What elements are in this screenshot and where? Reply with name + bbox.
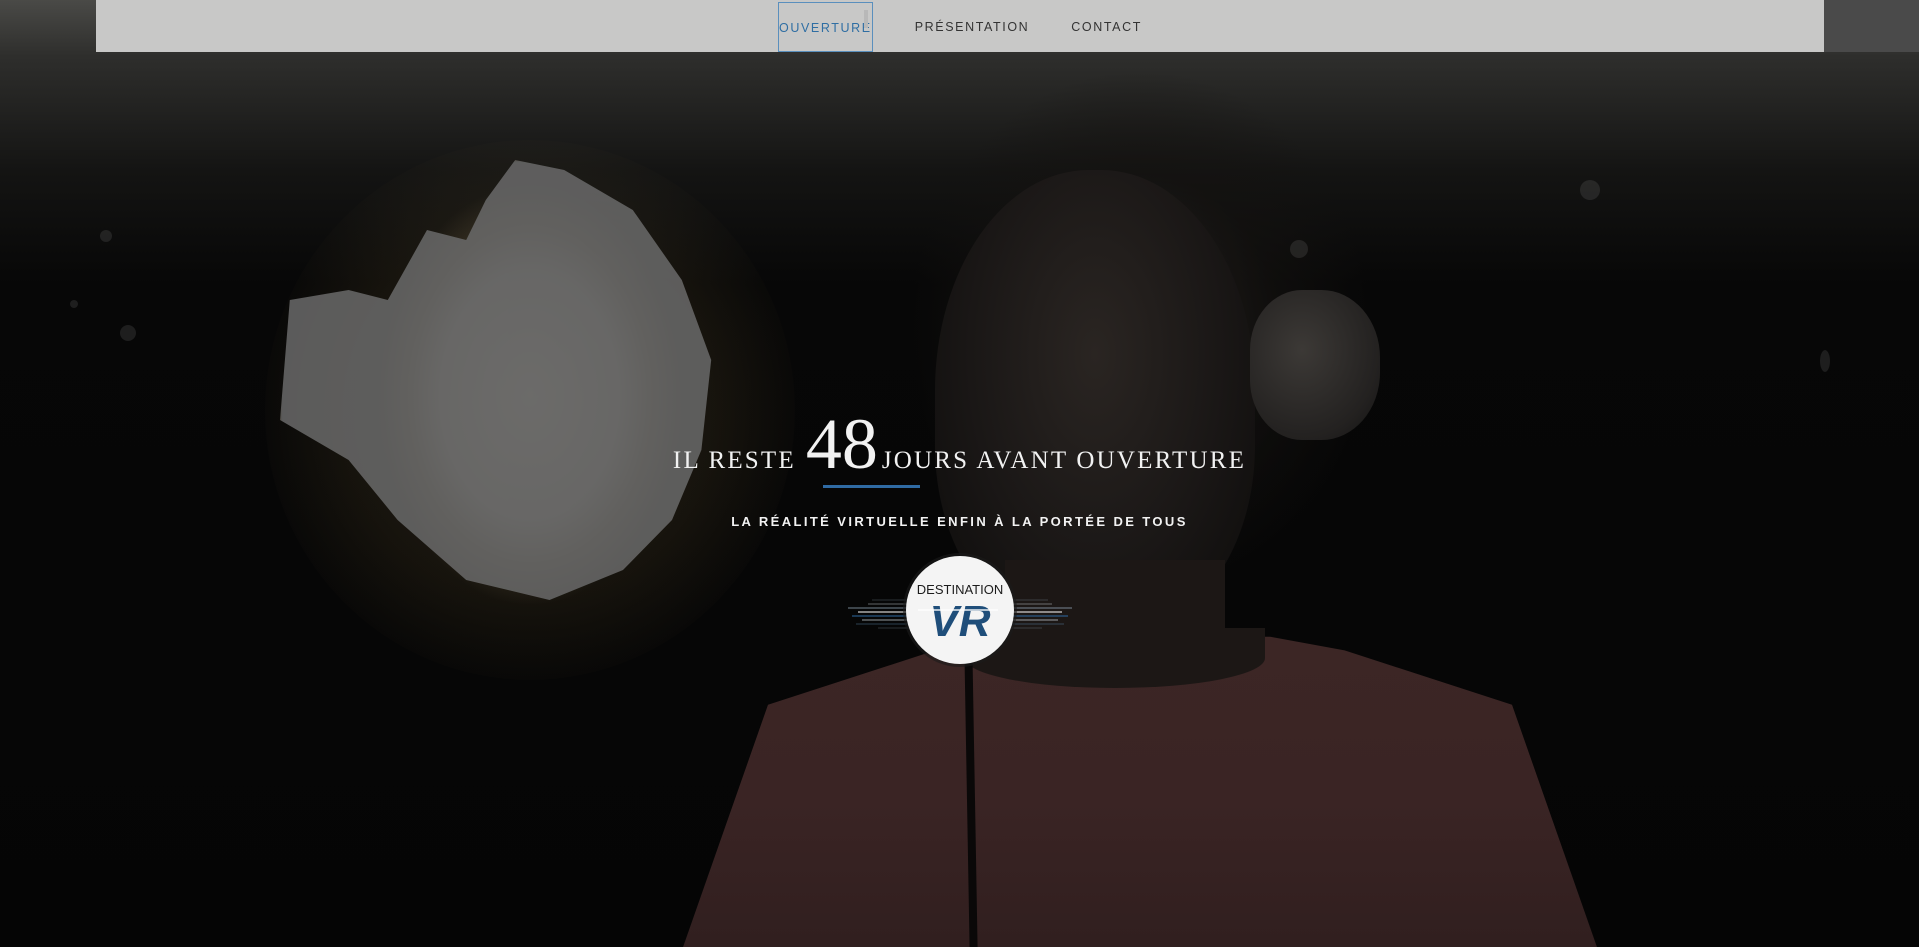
- logo-main-text: VR: [929, 597, 990, 646]
- particle: [1580, 180, 1600, 200]
- particle: [1290, 240, 1308, 258]
- particle: [70, 300, 78, 308]
- top-navigation: OUVERTURE PRÉSENTATION CONTACT: [96, 0, 1824, 52]
- nav-right-strip: [1824, 0, 1919, 52]
- countdown-days-number: 48: [805, 404, 878, 484]
- destination-vr-logo: DESTINATION VR: [848, 553, 1072, 667]
- countdown-prefix: IL RESTE: [672, 447, 796, 474]
- logo-top-text: DESTINATION: [917, 582, 1003, 597]
- nav-item-presentation[interactable]: PRÉSENTATION: [915, 1, 1030, 51]
- particle: [1820, 350, 1830, 372]
- nav-item-contact[interactable]: CONTACT: [1071, 1, 1142, 51]
- countdown-headline: IL RESTE 48 JOURS AVANT OUVERTURE: [0, 408, 1919, 480]
- countdown-suffix: JOURS AVANT OUVERTURE: [881, 447, 1247, 474]
- headline-underline: [823, 485, 920, 488]
- page: OUVERTURE PRÉSENTATION CONTACT IL RESTE …: [0, 0, 1919, 947]
- nav-item-ouverture[interactable]: OUVERTURE: [778, 2, 873, 52]
- hero-subtitle: LA RÉALITÉ VIRTUELLE ENFIN À LA PORTÉE D…: [731, 514, 1188, 529]
- particle: [120, 325, 136, 341]
- nav-indicator: [864, 10, 868, 28]
- particle: [100, 230, 112, 242]
